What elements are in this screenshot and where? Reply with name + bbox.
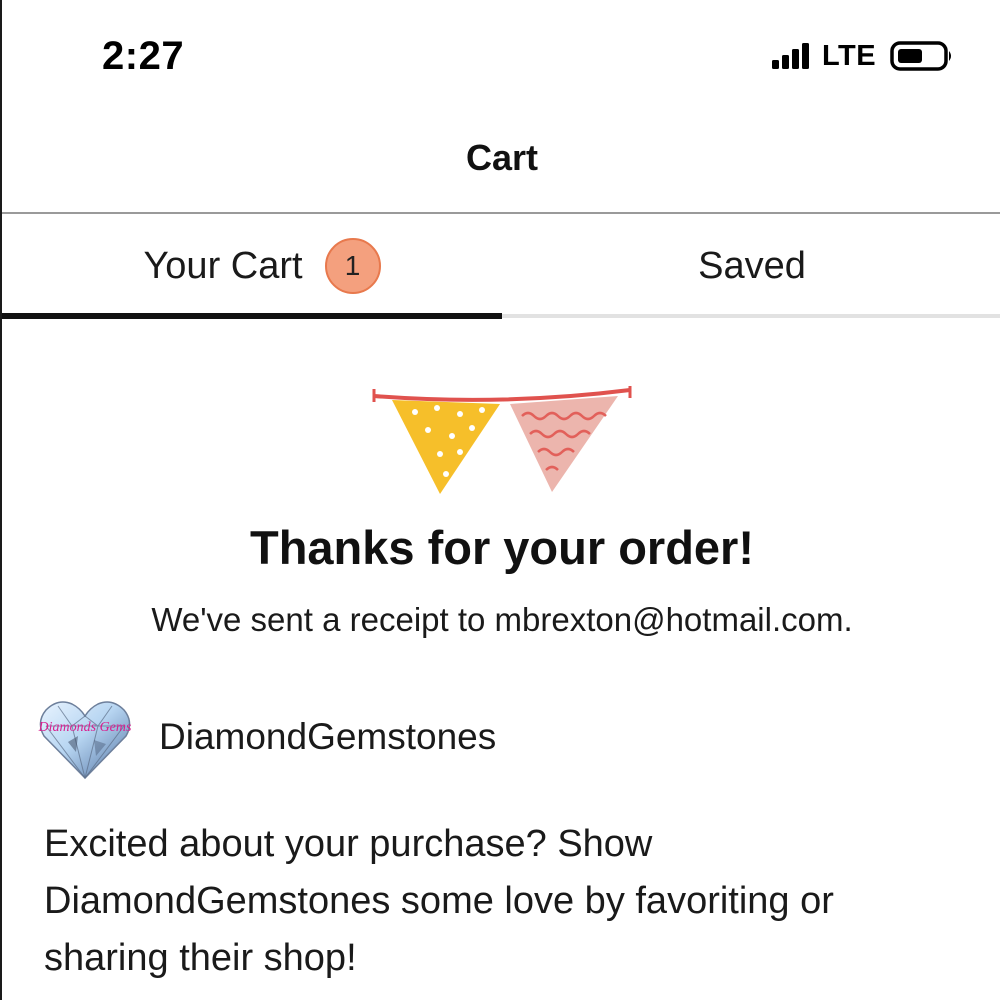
network-type-label: LTE [822,39,877,72]
order-confirmation-title: Thanks for your order! [249,521,754,574]
status-icons: LTE [772,40,954,72]
tab-saved-label: Saved [698,244,806,287]
tab-your-cart-content: Your Cart 1 [143,238,381,294]
svg-text:Diamonds Gems: Diamonds Gems [38,720,132,735]
inactive-tab-indicator [502,314,1000,318]
tab-your-cart-label: Your Cart [143,244,303,287]
cart-count-badge: 1 [324,238,381,294]
page-title: Cart [465,137,539,178]
battery-icon [890,40,954,72]
cellular-signal-icon [772,43,812,69]
shop-name-link[interactable]: DiamondGemstones [159,716,496,758]
tab-saved[interactable]: Saved [502,214,1000,318]
active-tab-indicator [2,313,502,319]
cart-screen: 2:27 LTE Cart Your Cart 1 Saved Thanks f… [0,0,1000,1000]
receipt-message: We've sent a receipt to mbrexton@hotmail… [151,601,853,638]
shop-avatar[interactable]: Diamonds Gems [38,696,132,785]
bunting-flags-icon [370,384,634,505]
tab-your-cart[interactable]: Your Cart 1 [2,214,502,318]
status-time: 2:27 [102,34,185,78]
shop-support-message: Excited about your purchase? Show Diamon… [44,823,834,979]
